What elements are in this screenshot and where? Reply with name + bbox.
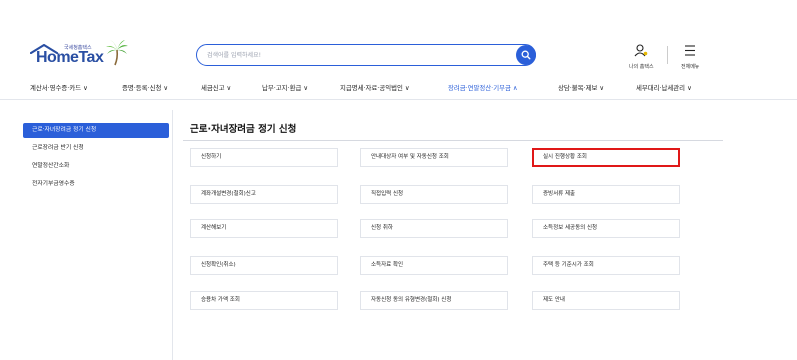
- menu-calculate[interactable]: 계산해보기: [190, 219, 338, 238]
- header: 국세청홈택스 HomeTax 나의 홈택스: [0, 0, 797, 76]
- sidebar-item-donation-receipt[interactable]: 전자기부금영수증: [23, 177, 169, 192]
- logo-text: HomeTax: [36, 49, 104, 66]
- menu-auto-consent-change[interactable]: 자동신청 동의 유형변경(철회) 신청: [360, 291, 508, 310]
- nav-item-incentives[interactable]: 장려금·연말정산·기부금 ∧: [448, 83, 518, 92]
- nav-item-consulting[interactable]: 상담·불복·제보 ∨: [558, 83, 604, 92]
- my-hometax-button[interactable]: 나의 홈택스: [629, 42, 654, 70]
- menu-target-check[interactable]: 안내대상자 여부 및 자동신청 조회: [360, 148, 508, 167]
- menu-system-guide[interactable]: 제도 안내: [532, 291, 680, 310]
- page-title: 근로·자녀장려금 정기 신청: [190, 124, 297, 135]
- title-divider: [183, 140, 723, 141]
- menu-withdraw[interactable]: 신청 취하: [360, 219, 508, 238]
- menu-submit-documents[interactable]: 증빙서류 제출: [532, 185, 680, 204]
- menu-house-price[interactable]: 주택 등 기준시가 조회: [532, 256, 680, 275]
- nav-item-statements[interactable]: 지급명세·자료·공익법인 ∨: [340, 83, 410, 92]
- menu-account-change[interactable]: 계좌개설변경(철회)신고: [190, 185, 338, 204]
- search-button[interactable]: [516, 45, 536, 65]
- menu-confirm-cancel[interactable]: 신청확인(취소): [190, 256, 338, 275]
- sidebar: 근로·자녀장려금 정기 신청 근로장려금 반기 신청 연말정산간소화 전자기부금…: [23, 110, 173, 360]
- palm-tree-icon: [106, 40, 128, 66]
- my-hometax-label: 나의 홈택스: [629, 64, 654, 70]
- menu-progress-status[interactable]: 실시 진행상황 조회: [532, 148, 680, 167]
- nav-item-tax-agent[interactable]: 세무대리·납세관리 ∨: [636, 83, 692, 92]
- sidebar-item-regular-application[interactable]: 근로·자녀장려금 정기 신청: [23, 123, 169, 138]
- sidebar-item-year-end-settlement[interactable]: 연말정산간소화: [23, 159, 169, 174]
- hamburger-menu-icon: [685, 45, 696, 56]
- search-input[interactable]: [207, 49, 507, 62]
- all-menu-label: 전체메뉴: [681, 64, 700, 70]
- nav-item-payment[interactable]: 납부·고지·환급 ∨: [262, 83, 308, 92]
- search-icon: [521, 50, 531, 60]
- menu-car-value[interactable]: 승용차 가액 조회: [190, 291, 338, 310]
- sidebar-item-half-year-application[interactable]: 근로장려금 반기 신청: [23, 141, 169, 156]
- nav-divider: [0, 99, 797, 100]
- nav-item-invoices[interactable]: 계산서·영수증·카드 ∨: [30, 83, 88, 92]
- all-menu-button[interactable]: 전체메뉴: [681, 42, 699, 70]
- menu-income-data[interactable]: 소득자료 확인: [360, 256, 508, 275]
- user-icon: [634, 44, 648, 57]
- search-box: [196, 44, 536, 66]
- hometax-logo[interactable]: 국세청홈택스 HomeTax: [30, 40, 130, 72]
- header-divider: [667, 46, 668, 64]
- menu-income-consent[interactable]: 소득정보 세공동의 신청: [532, 219, 680, 238]
- nav-item-certificates[interactable]: 증명·등록·신청 ∨: [122, 83, 168, 92]
- main-nav: 계산서·영수증·카드 ∨ 증명·등록·신청 ∨ 세금신고 ∨ 납부·고지·환급 …: [0, 79, 797, 99]
- menu-apply[interactable]: 신청하기: [190, 148, 338, 167]
- nav-item-tax-filing[interactable]: 세금신고 ∨: [201, 83, 231, 92]
- menu-direct-input[interactable]: 직접입력 신청: [360, 185, 508, 204]
